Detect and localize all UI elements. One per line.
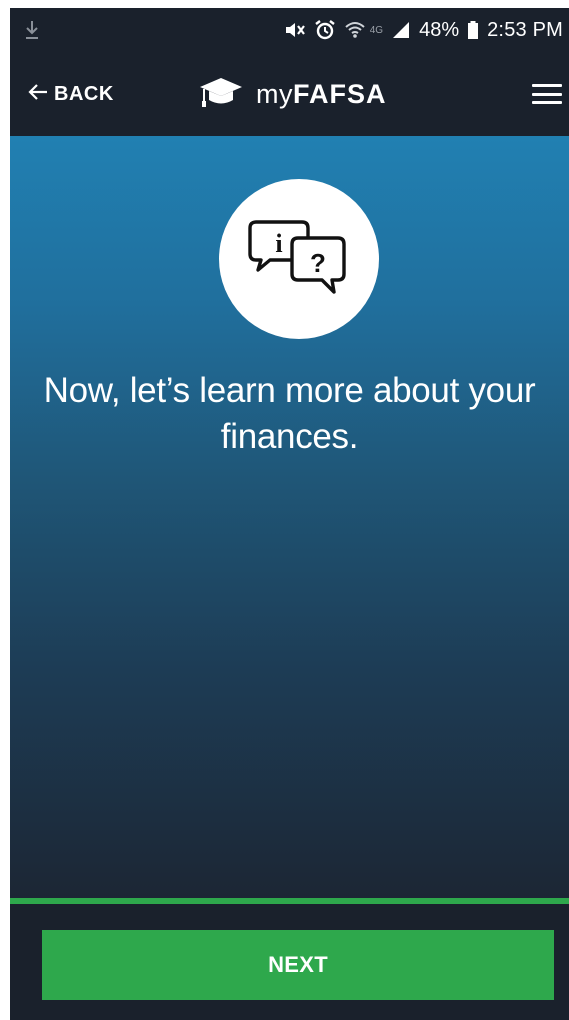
footer: NEXT (10, 904, 569, 1020)
network-type-label: 4G (369, 24, 384, 36)
signal-icon (391, 20, 411, 40)
page-headline: Now, let’s learn more about your finance… (43, 371, 536, 456)
brand-bold: FAFSA (293, 78, 387, 109)
back-arrow-icon (28, 83, 48, 106)
back-button[interactable]: BACK (28, 79, 114, 109)
brand-logo: myFAFSA (198, 72, 387, 116)
mute-icon (284, 20, 306, 40)
brand-prefix: my (256, 78, 293, 109)
status-left (24, 19, 40, 41)
hamburger-menu-icon[interactable] (530, 80, 564, 108)
brand-name: myFAFSA (256, 79, 387, 110)
svg-text:?: ? (310, 248, 326, 278)
svg-text:i: i (275, 229, 282, 258)
main-panel: i ? Now, let’s learn more about your fin… (10, 136, 569, 900)
next-button[interactable]: NEXT (42, 930, 554, 1000)
app-screen: 4G 48% 2:53 PM BACK myFAFSA i ? Now, let… (10, 8, 569, 1020)
status-right: 4G 48% 2:53 PM (284, 19, 563, 42)
status-time: 2:53 PM (487, 18, 563, 41)
download-icon (24, 19, 40, 41)
alarm-icon (314, 19, 336, 41)
app-header: BACK myFAFSA (10, 52, 569, 136)
menu-bar (532, 92, 562, 96)
graduation-cap-icon (198, 74, 244, 115)
menu-bar (532, 101, 562, 104)
wifi-icon (344, 20, 366, 40)
info-question-chat-icon: i ? (219, 179, 379, 339)
back-label: BACK (54, 82, 114, 105)
battery-icon (467, 20, 479, 40)
status-bar: 4G 48% 2:53 PM (10, 8, 569, 52)
battery-percent: 48% (419, 18, 460, 41)
menu-bar (532, 84, 562, 87)
